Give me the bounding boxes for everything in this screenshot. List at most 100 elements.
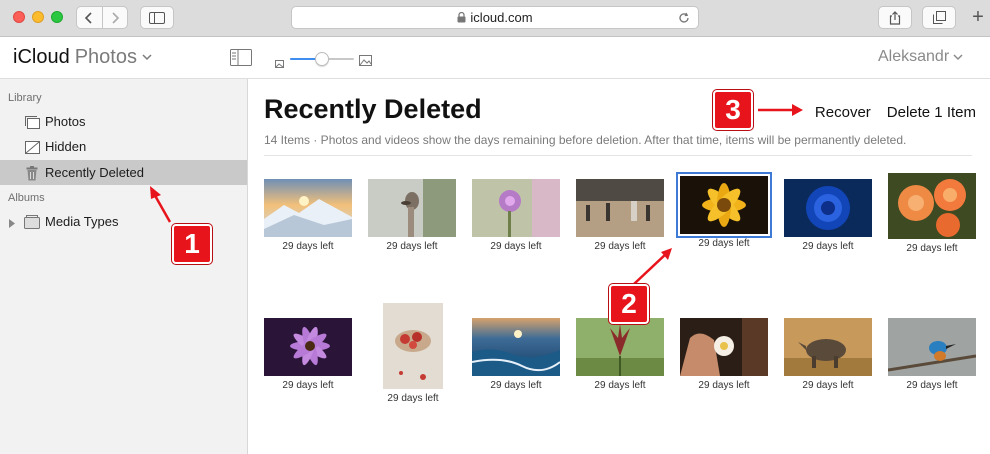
reload-icon[interactable] (678, 12, 690, 27)
sidebar-item-label: Media Types (45, 214, 119, 229)
small-photo-icon (275, 55, 284, 73)
lock-icon (457, 12, 466, 23)
trash-icon (24, 165, 40, 181)
days-left-label: 29 days left (802, 241, 854, 252)
photo-thumbnail[interactable] (888, 173, 976, 239)
sidebar-icon (149, 11, 165, 24)
divider (264, 155, 972, 156)
zoom-window-button[interactable] (51, 11, 63, 23)
folder-icon (24, 214, 40, 230)
photo-thumbnail[interactable] (383, 303, 443, 389)
photo-item[interactable]: 29 days left (368, 179, 456, 252)
days-left-label: 29 days left (282, 380, 334, 391)
address-bar[interactable]: icloud.com (291, 6, 699, 29)
sidebar-item-hidden[interactable]: Hidden (0, 134, 247, 159)
photo-item[interactable]: 29 days left (888, 318, 976, 391)
page-title: Recently Deleted (264, 94, 482, 124)
forward-button[interactable] (103, 7, 128, 28)
photo-item[interactable]: 29 days left (784, 318, 872, 391)
sidebar-item-photos[interactable]: Photos (0, 109, 247, 134)
days-left-label: 29 days left (386, 241, 438, 252)
url-text: icloud.com (470, 10, 533, 25)
photo-thumbnail[interactable] (680, 318, 768, 376)
chevron-down-icon (953, 53, 963, 61)
photo-thumbnail[interactable] (784, 179, 872, 237)
close-window-button[interactable] (13, 11, 25, 23)
days-left-label: 29 days left (282, 241, 334, 252)
browser-toolbar: icloud.com + (0, 0, 990, 37)
hidden-icon (24, 139, 40, 155)
zoom-slider[interactable] (275, 51, 373, 68)
brand-icloud: iCloud (13, 46, 70, 68)
photo-item[interactable]: 29 days left (784, 179, 872, 252)
large-photo-icon (359, 53, 372, 71)
page-subtitle: 14 Items · Photos and videos show the da… (264, 133, 907, 147)
disclosure-triangle-icon[interactable] (9, 216, 15, 231)
user-name: Aleksandr (878, 48, 950, 65)
minimize-window-button[interactable] (32, 11, 44, 23)
user-menu[interactable]: Aleksandr (878, 48, 963, 66)
app-switcher[interactable]: iCloud Photos (13, 46, 152, 69)
days-left-label: 29 days left (594, 380, 646, 391)
photo-thumbnail[interactable] (472, 318, 560, 376)
photo-item[interactable]: 29 days left (680, 318, 768, 391)
photo-item[interactable]: 29 days left (264, 179, 352, 252)
action-bar: Recover Delete 1 Item (799, 104, 976, 121)
chevron-left-icon (85, 11, 92, 24)
sidebar-item-recently-deleted[interactable]: Recently Deleted (0, 160, 247, 185)
photo-thumbnail[interactable] (576, 179, 664, 237)
days-left-label: 29 days left (802, 380, 854, 391)
days-left-label: 29 days left (698, 238, 750, 249)
photos-icon (24, 114, 40, 130)
photo-thumbnail[interactable] (472, 179, 560, 237)
photo-thumbnail[interactable] (888, 318, 976, 376)
photo-item-selected[interactable]: 29 days left (676, 172, 772, 249)
toggle-sidebar-button[interactable] (230, 49, 252, 71)
sidebar: Library Photos Hidden Recently Deleted A… (0, 79, 248, 454)
days-left-label: 29 days left (594, 241, 646, 252)
days-left-label: 29 days left (906, 243, 958, 254)
annotation-badge-1: 1 (172, 224, 212, 264)
photo-thumbnail[interactable] (576, 318, 664, 376)
photo-thumbnail[interactable] (368, 179, 456, 237)
show-tabs-button[interactable] (922, 6, 956, 29)
delete-button[interactable]: Delete 1 Item (887, 104, 976, 121)
photo-item[interactable]: 29 days left (472, 179, 560, 252)
annotation-badge-2: 2 (609, 284, 649, 324)
app-toolbar: iCloud Photos Aleksandr (0, 37, 990, 79)
main-content: Recently Deleted Recover Delete 1 Item 1… (248, 79, 990, 454)
days-left-label: 29 days left (387, 393, 439, 404)
days-left-label: 29 days left (906, 380, 958, 391)
history-nav (76, 6, 128, 29)
chevron-right-icon (112, 11, 119, 24)
albums-heading: Albums (8, 192, 45, 204)
recover-button[interactable]: Recover (815, 104, 871, 121)
photo-item[interactable]: 29 days left (382, 303, 444, 404)
sidebar-item-label: Hidden (45, 139, 87, 154)
photo-item[interactable]: 29 days left (264, 318, 352, 391)
show-sidebar-button[interactable] (140, 6, 174, 29)
photo-thumbnail-selected[interactable] (676, 172, 772, 238)
sidebar-toggle-icon (230, 49, 252, 66)
new-tab-button[interactable]: + (966, 6, 990, 29)
brand-photos: Photos (74, 46, 137, 68)
back-button[interactable] (77, 7, 103, 28)
photo-item[interactable]: 29 days left (472, 318, 560, 391)
plus-icon: + (972, 6, 984, 28)
sidebar-item-label: Photos (45, 114, 86, 129)
photo-thumbnail[interactable] (784, 318, 872, 376)
photo-item[interactable]: 29 days left (576, 318, 664, 391)
photo-item[interactable]: 29 days left (888, 173, 976, 254)
days-left-label: 29 days left (698, 380, 750, 391)
share-button[interactable] (878, 6, 912, 29)
photo-thumbnail[interactable] (264, 318, 352, 376)
days-left-label: 29 days left (490, 380, 542, 391)
photo-thumbnail[interactable] (264, 179, 352, 237)
chevron-down-icon (142, 54, 152, 61)
tabs-icon (932, 11, 946, 24)
photo-item[interactable]: 29 days left (576, 179, 664, 252)
sidebar-item-label: Recently Deleted (45, 165, 144, 180)
days-left-label: 29 days left (490, 241, 542, 252)
zoom-knob[interactable] (315, 52, 329, 66)
annotation-badge-3: 3 (713, 90, 753, 130)
